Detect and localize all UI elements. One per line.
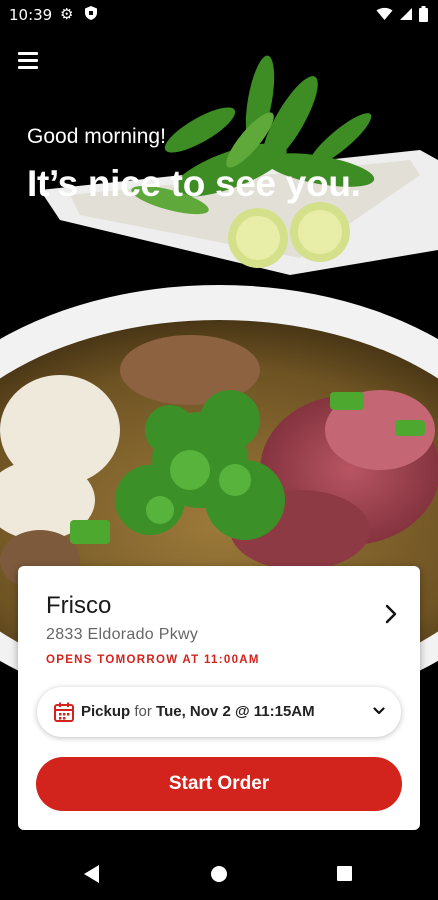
start-order-button[interactable]: Start Order [36, 757, 402, 811]
nav-back-icon[interactable] [83, 864, 101, 884]
status-bar: 10:39 ⚙ [0, 0, 438, 30]
location-card: Frisco 2833 Eldorado Pkwy OPENS TOMORROW… [18, 566, 420, 830]
gear-icon: ⚙ [60, 5, 74, 23]
chevron-down-icon [373, 707, 385, 715]
pickup-connector: for [134, 703, 152, 720]
calendar-icon [54, 702, 74, 722]
signal-icon [400, 8, 412, 20]
chevron-right-icon[interactable] [384, 604, 398, 624]
location-hours-status: OPENS TOMORROW AT 11:00AM [46, 654, 260, 666]
battery-icon [419, 6, 428, 22]
pickup-datetime: Tue, Nov 2 @ 11:15AM [156, 703, 315, 720]
pickup-mode: Pickup [81, 703, 131, 720]
wifi-icon [376, 7, 393, 20]
status-time: 10:39 [9, 6, 53, 24]
location-address: 2833 Eldorado Pkwy [46, 626, 199, 643]
system-nav-bar [0, 848, 438, 900]
menu-icon[interactable] [18, 52, 38, 70]
greeting-text: Good morning! [27, 125, 166, 148]
location-name[interactable]: Frisco [46, 592, 111, 620]
pickup-time-selector[interactable]: Pickup for Tue, Nov 2 @ 11:15AM [37, 687, 401, 737]
pickup-label: Pickup for Tue, Nov 2 @ 11:15AM [81, 703, 315, 720]
nav-recent-icon[interactable] [337, 866, 352, 881]
headline-text: It’s nice to see you. [27, 163, 361, 204]
nav-home-icon[interactable] [211, 866, 227, 882]
shield-icon [85, 6, 97, 20]
